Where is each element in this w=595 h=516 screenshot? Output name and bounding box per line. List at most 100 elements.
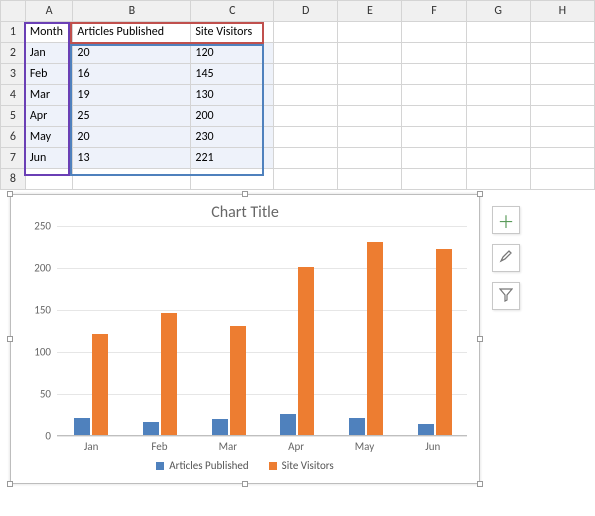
cell-H1[interactable] [530, 22, 594, 43]
row-header-7[interactable]: 7 [1, 148, 26, 169]
cell-B2[interactable]: 20 [73, 43, 191, 64]
col-header-D[interactable]: D [274, 1, 338, 22]
chart-object[interactable]: Chart Title 050100150200250 JanFebMarApr… [10, 194, 480, 484]
cell-D2[interactable] [274, 43, 338, 64]
chart-elements-button[interactable]: ＋ [492, 206, 520, 234]
bar-site-visitors[interactable] [92, 334, 108, 435]
resize-handle[interactable] [477, 336, 483, 342]
bar-site-visitors[interactable] [230, 326, 246, 435]
resize-handle[interactable] [7, 481, 13, 487]
bar-articles-published[interactable] [280, 414, 296, 435]
cell-B5[interactable]: 25 [73, 106, 191, 127]
row-header-6[interactable]: 6 [1, 127, 26, 148]
bar-articles-published[interactable] [349, 418, 365, 435]
bar-site-visitors[interactable] [367, 242, 383, 435]
cell-A1[interactable]: Month [25, 22, 73, 43]
legend-label: Site Visitors [282, 459, 334, 472]
x-tick-label: May [330, 436, 398, 453]
gridline [57, 310, 467, 311]
cell-A4[interactable]: Mar [25, 85, 73, 106]
row-header-1[interactable]: 1 [1, 22, 26, 43]
x-tick-label: Jun [399, 436, 467, 453]
x-tick-label: Feb [125, 436, 193, 453]
col-header-C[interactable]: C [191, 1, 274, 22]
gridline [57, 268, 467, 269]
resize-handle[interactable] [477, 481, 483, 487]
row-header-4[interactable]: 4 [1, 85, 26, 106]
row-header-2[interactable]: 2 [1, 43, 26, 64]
legend-item-visitors[interactable]: Site Visitors [269, 459, 334, 472]
plus-icon: ＋ [498, 208, 515, 233]
resize-handle[interactable] [242, 191, 248, 197]
bar-site-visitors[interactable] [298, 267, 314, 435]
cell-B6[interactable]: 20 [73, 127, 191, 148]
cell-A7[interactable]: Jun [25, 148, 73, 169]
legend-label: Articles Published [169, 459, 248, 472]
legend-item-articles[interactable]: Articles Published [156, 459, 248, 472]
bar-site-visitors[interactable] [436, 249, 452, 435]
x-axis-labels: JanFebMarAprMayJun [57, 436, 467, 453]
y-tick-label: 100 [19, 346, 51, 359]
bar-articles-published[interactable] [212, 419, 228, 435]
bar-site-visitors[interactable] [161, 313, 177, 435]
y-tick-label: 0 [19, 430, 51, 443]
col-header-F[interactable]: F [402, 1, 466, 22]
y-tick-label: 250 [19, 220, 51, 233]
resize-handle[interactable] [7, 191, 13, 197]
resize-handle[interactable] [477, 191, 483, 197]
bar-articles-published[interactable] [143, 422, 159, 435]
gridline [57, 436, 467, 437]
cell-C1[interactable]: Site Visitors [191, 22, 274, 43]
bar-articles-published[interactable] [74, 418, 90, 435]
cell-B7[interactable]: 13 [73, 148, 191, 169]
cell-B3[interactable]: 16 [73, 64, 191, 85]
col-header-H[interactable]: H [530, 1, 594, 22]
chart-filters-button[interactable] [492, 282, 520, 310]
cell-B4[interactable]: 19 [73, 85, 191, 106]
row-header-3[interactable]: 3 [1, 64, 26, 85]
cell-A3[interactable]: Feb [25, 64, 73, 85]
y-tick-label: 50 [19, 388, 51, 401]
spreadsheet-grid[interactable]: A B C D E F G H 1 Month Articles Publish… [0, 0, 595, 190]
gridline [57, 394, 467, 395]
col-header-G[interactable]: G [466, 1, 530, 22]
resize-handle[interactable] [242, 481, 248, 487]
y-tick-label: 200 [19, 262, 51, 275]
col-header-B[interactable]: B [73, 1, 191, 22]
gridline [57, 352, 467, 353]
x-tick-label: Apr [262, 436, 330, 453]
col-header-E[interactable]: E [338, 1, 402, 22]
row-header-5[interactable]: 5 [1, 106, 26, 127]
legend-swatch-icon [269, 462, 277, 470]
cell-A5[interactable]: Apr [25, 106, 73, 127]
brush-icon [498, 248, 514, 269]
chart-legend[interactable]: Articles Published Site Visitors [11, 453, 479, 480]
cell-C4[interactable]: 130 [191, 85, 274, 106]
gridline [57, 226, 467, 227]
funnel-icon [499, 286, 513, 307]
chart-styles-button[interactable] [492, 244, 520, 272]
cell-G1[interactable] [466, 22, 530, 43]
cell-C2[interactable]: 120 [191, 43, 274, 64]
cell-C6[interactable]: 230 [191, 127, 274, 148]
cell-A6[interactable]: May [25, 127, 73, 148]
legend-swatch-icon [156, 462, 164, 470]
bar-articles-published[interactable] [418, 424, 434, 435]
cell-A2[interactable]: Jan [25, 43, 73, 64]
cell-B1[interactable]: Articles Published [73, 22, 191, 43]
plot-area[interactable]: 050100150200250 [57, 226, 467, 436]
select-all-corner[interactable] [1, 1, 26, 22]
chart-title[interactable]: Chart Title [11, 195, 479, 226]
x-tick-label: Jan [57, 436, 125, 453]
row-header-8[interactable]: 8 [1, 169, 26, 190]
cell-C5[interactable]: 200 [191, 106, 274, 127]
col-header-A[interactable]: A [25, 1, 73, 22]
cell-C3[interactable]: 145 [191, 64, 274, 85]
cell-D1[interactable] [274, 22, 338, 43]
cell-E1[interactable] [338, 22, 402, 43]
cell-C7[interactable]: 221 [191, 148, 274, 169]
x-tick-label: Mar [194, 436, 262, 453]
cell-F1[interactable] [402, 22, 466, 43]
y-tick-label: 150 [19, 304, 51, 317]
resize-handle[interactable] [7, 336, 13, 342]
